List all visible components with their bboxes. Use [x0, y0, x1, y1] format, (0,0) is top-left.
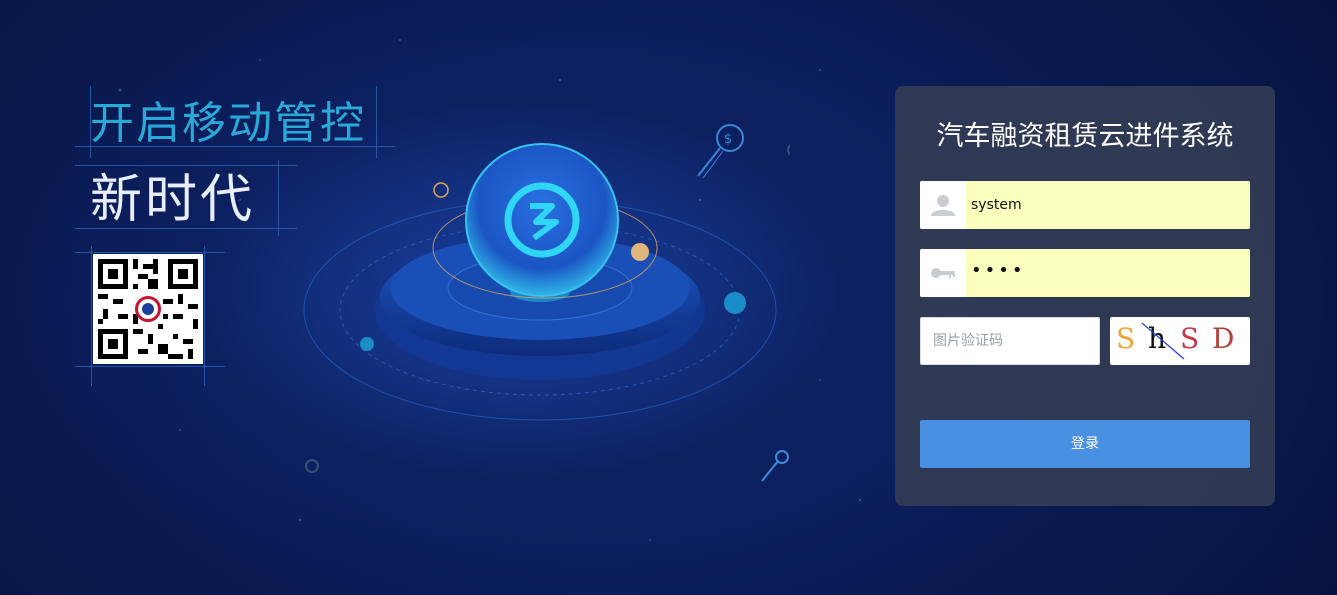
captcha-text-graphic: S h S D: [1116, 322, 1234, 360]
key-icon: [920, 249, 966, 297]
qr-code-icon: [93, 254, 203, 364]
captcha-input[interactable]: 图片验证码: [920, 317, 1100, 365]
satellite-icon: $: [697, 124, 744, 179]
username-field[interactable]: system: [920, 181, 1250, 229]
login-button[interactable]: 登录: [920, 420, 1250, 468]
password-field[interactable]: ••••: [920, 249, 1250, 297]
captcha-image[interactable]: S h S D: [1110, 317, 1250, 365]
guide-line: [75, 252, 225, 253]
user-icon: [920, 181, 966, 229]
username-input[interactable]: system: [966, 181, 1250, 229]
login-title: 汽车融资租赁云进件系统: [936, 121, 1234, 152]
guide-line: [278, 160, 279, 236]
svg-text:D: D: [1212, 322, 1234, 355]
svg-text:$: $: [724, 132, 732, 147]
guide-line: [204, 246, 205, 386]
guide-line: [91, 246, 92, 386]
guide-line: [75, 165, 297, 166]
svg-text:h: h: [1148, 322, 1166, 355]
svg-text:S: S: [1180, 322, 1199, 355]
guide-line: [75, 366, 225, 367]
svg-text:S: S: [1116, 322, 1135, 355]
pin-icon: [761, 450, 789, 482]
slogan-line-2: 新时代: [90, 170, 256, 230]
password-input[interactable]: ••••: [966, 249, 1250, 297]
